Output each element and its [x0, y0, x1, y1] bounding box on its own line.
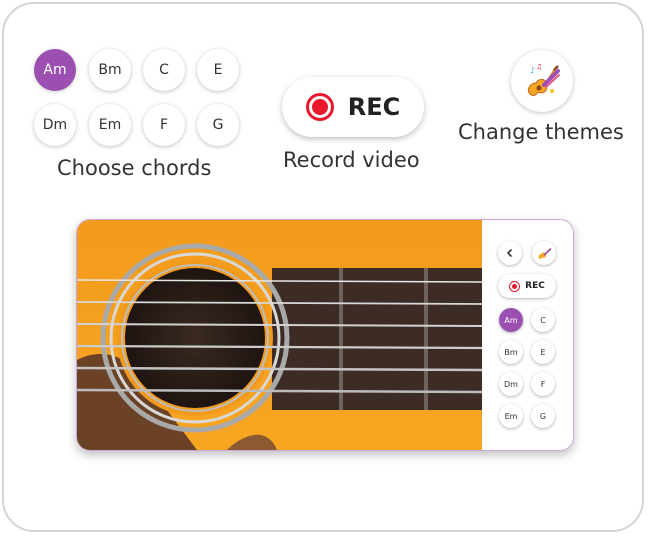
- record-video-caption: Record video: [283, 148, 420, 172]
- guitar-palette-icon: ♪ ♫: [527, 63, 560, 97]
- preview-chord-g[interactable]: G: [531, 404, 555, 428]
- preview-record-label: REC: [525, 281, 545, 291]
- guitar-body[interactable]: [77, 220, 482, 450]
- preview-chord-f[interactable]: F: [531, 372, 555, 396]
- chord-button-e[interactable]: E: [197, 49, 239, 91]
- svg-text:♪: ♪: [530, 66, 535, 75]
- chord-button-f[interactable]: F: [143, 104, 185, 146]
- change-themes-caption: Change themes: [458, 120, 624, 144]
- chord-button-dm[interactable]: Dm: [34, 104, 76, 146]
- record-button[interactable]: REC: [282, 77, 424, 137]
- preview-chord-e[interactable]: E: [531, 340, 555, 364]
- guitar-palette-icon: [538, 248, 552, 259]
- preview-theme-button[interactable]: [532, 241, 556, 265]
- change-theme-button[interactable]: ♪ ♫: [511, 50, 573, 112]
- preview-chord-am[interactable]: Am: [499, 308, 523, 332]
- preview-side-panel: REC Am C Bm E Dm F Em G: [482, 220, 573, 450]
- choose-chords-caption: Choose chords: [57, 156, 212, 180]
- record-button-label: REC: [347, 93, 401, 121]
- preview-chord-c[interactable]: C: [531, 308, 555, 332]
- chord-button-em[interactable]: Em: [89, 104, 131, 146]
- record-dot-icon: [509, 280, 521, 292]
- svg-text:♫: ♫: [536, 63, 542, 71]
- chord-button-g[interactable]: G: [197, 104, 239, 146]
- chord-button-bm[interactable]: Bm: [89, 49, 131, 91]
- preview-chord-dm[interactable]: Dm: [499, 372, 523, 396]
- preview-record-button[interactable]: REC: [498, 274, 556, 298]
- back-button[interactable]: [498, 241, 522, 265]
- chevron-left-icon: [506, 248, 513, 258]
- chord-button-c[interactable]: C: [143, 49, 185, 91]
- preview-chord-bm[interactable]: Bm: [499, 340, 523, 364]
- chord-button-am[interactable]: Am: [34, 49, 76, 91]
- record-dot-icon: [305, 93, 334, 121]
- app-preview: REC Am C Bm E Dm F Em G: [76, 219, 574, 451]
- preview-chord-em[interactable]: Em: [499, 404, 523, 428]
